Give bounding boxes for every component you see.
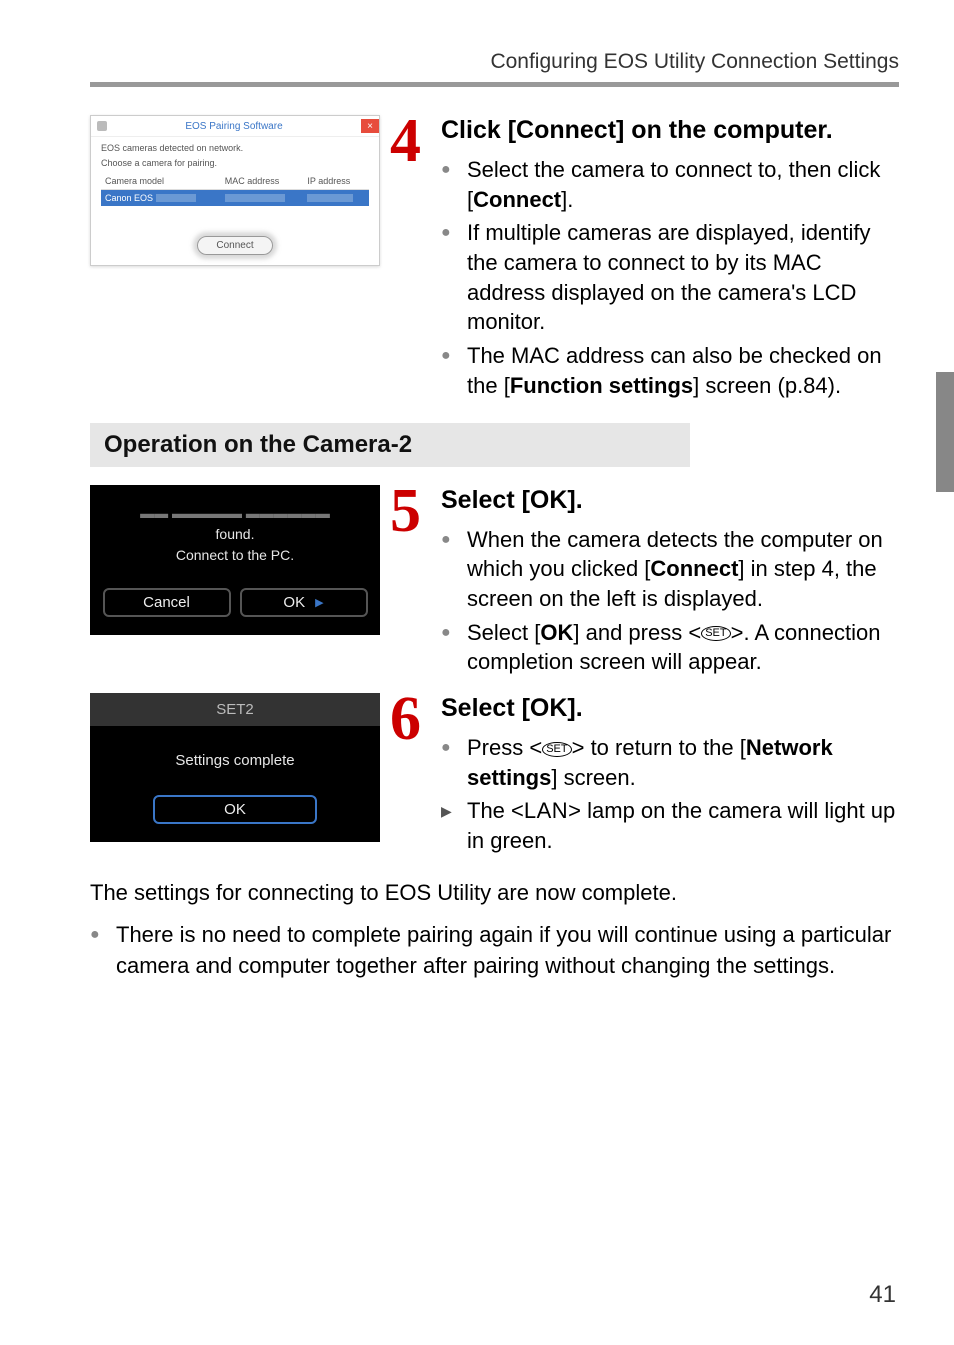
col-mac-address: MAC address: [221, 173, 304, 190]
step-4-bullet-2: If multiple cameras are displayed, ident…: [441, 218, 899, 337]
dialog-titlebar: EOS Pairing Software ×: [91, 116, 379, 137]
step-5-row: ▬▬ ▬▬▬▬▬ ▬▬▬▬▬▬ found. Connect to the PC…: [90, 485, 899, 681]
step-number-5: 5: [390, 485, 421, 538]
step-5-title: Select [OK].: [441, 485, 899, 515]
header-divider: [90, 82, 899, 87]
connect-button[interactable]: Connect: [197, 236, 272, 255]
camera-screen-complete: SET2 Settings complete OK: [90, 693, 380, 842]
close-icon[interactable]: ×: [361, 119, 379, 133]
step-number-6: 6: [390, 693, 421, 746]
step-6-bullet-2: The <LAN> lamp on the camera will light …: [441, 796, 899, 855]
step-6-bullet-1: Press <SET> to return to the [Network se…: [441, 733, 899, 792]
cancel-button[interactable]: Cancel: [103, 588, 231, 617]
ok-button[interactable]: OK: [153, 795, 317, 824]
step-4-title: Click [Connect] on the computer.: [441, 115, 899, 145]
step-4-bullet-3: The MAC address can also be checked on t…: [441, 341, 899, 400]
app-icon: [97, 121, 107, 131]
set-icon: SET: [701, 626, 730, 641]
section-heading: Operation on the Camera-2: [90, 423, 690, 467]
dialog-note-1: EOS cameras detected on network.: [101, 143, 369, 154]
step-4-bullet-1: Select the camera to connect to, then cl…: [441, 155, 899, 214]
lan-label: LAN: [524, 796, 568, 826]
set-icon: SET: [542, 742, 571, 757]
table-row[interactable]: Canon EOS: [101, 189, 369, 206]
col-ip-address: IP address: [303, 173, 369, 190]
eos-pairing-dialog: EOS Pairing Software × EOS cameras detec…: [90, 115, 380, 266]
step-6-title: Select [OK].: [441, 693, 899, 723]
dialog-note-2: Choose a camera for pairing.: [101, 158, 369, 169]
settings-complete-text: Settings complete: [90, 726, 380, 795]
closing-paragraph: The settings for connecting to EOS Utili…: [90, 878, 899, 909]
settings-tab: SET2: [90, 693, 380, 726]
col-camera-model: Camera model: [101, 173, 221, 190]
camera-found-text: found.: [90, 524, 380, 545]
step-5-bullet-1: When the camera detects the computer on …: [441, 525, 899, 614]
camera-screen-found: ▬▬ ▬▬▬▬▬ ▬▬▬▬▬▬ found. Connect to the PC…: [90, 485, 380, 635]
camera-connect-text: Connect to the PC.: [90, 545, 380, 566]
page-number: 41: [869, 1281, 896, 1309]
step-4-row: EOS Pairing Software × EOS cameras detec…: [90, 115, 899, 405]
camera-model-value: Canon EOS: [105, 193, 153, 203]
camera-top-line: ▬▬ ▬▬▬▬▬ ▬▬▬▬▬▬: [90, 503, 380, 524]
side-index-tab: [936, 372, 954, 492]
dialog-title: EOS Pairing Software: [107, 121, 361, 132]
step-6-row: SET2 Settings complete OK 6 Select [OK].…: [90, 693, 899, 860]
ok-button[interactable]: OK▶: [240, 588, 368, 617]
chevron-right-icon: ▶: [315, 596, 323, 609]
closing-bullet-1: There is no need to complete pairing aga…: [90, 920, 899, 982]
camera-table: Camera model MAC address IP address Cano…: [101, 173, 369, 206]
step-5-bullet-2: Select [OK] and press <SET>. A connectio…: [441, 618, 899, 677]
step-number-4: 4: [390, 115, 421, 168]
page-header-title: Configuring EOS Utility Connection Setti…: [90, 50, 899, 74]
